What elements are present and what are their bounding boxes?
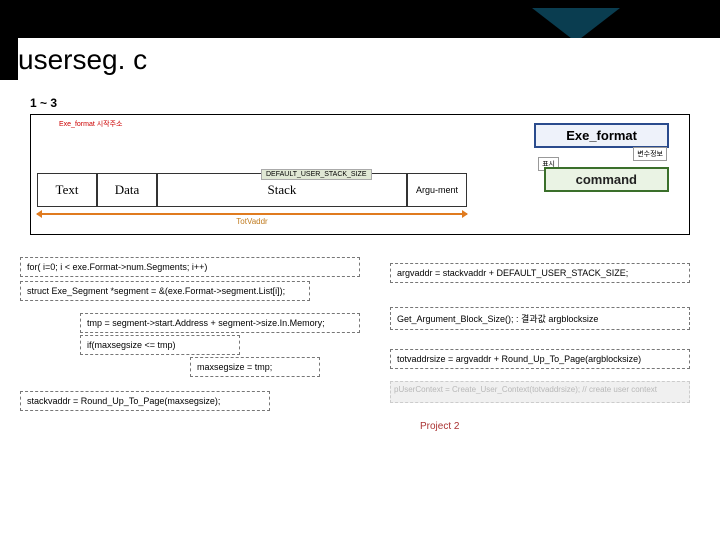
header-bar: userseg. c bbox=[0, 0, 720, 80]
memory-diagram: Exe_format 시작주소 Exe_format 변수정보 표시 DEFAU… bbox=[30, 114, 690, 235]
project-label: Project 2 bbox=[420, 421, 459, 432]
totvaddr-label: TotVaddr bbox=[37, 217, 467, 226]
tag-varinfo: 변수정보 bbox=[633, 147, 667, 161]
page-title: userseg. c bbox=[18, 38, 720, 80]
code-assign: maxsegsize = tmp; bbox=[190, 357, 320, 377]
code-if: if(maxsegsize <= tmp) bbox=[80, 335, 240, 355]
code-getarg: Get_Argument_Block_Size(); : 결과값 argbloc… bbox=[390, 307, 690, 330]
mem-data: Data bbox=[97, 173, 157, 207]
code-argv: argvaddr = stackvaddr + DEFAULT_USER_STA… bbox=[390, 263, 690, 283]
slide-content: 1 ~ 3 Exe_format 시작주소 Exe_format 변수정보 표시… bbox=[0, 80, 720, 267]
code-stack: stackvaddr = Round_Up_To_Page(maxsegsize… bbox=[20, 391, 270, 411]
code-ctx-blurred: pUserContext = Create_User_Context(totva… bbox=[390, 381, 690, 403]
code-tmp: tmp = segment->start.Address + segment->… bbox=[80, 313, 360, 333]
totvaddr-arrow bbox=[37, 213, 467, 215]
stack-size-const: DEFAULT_USER_STACK_SIZE bbox=[261, 169, 372, 180]
command-box: command bbox=[544, 167, 669, 192]
step-label: 1 ~ 3 bbox=[30, 96, 700, 110]
mem-text: Text bbox=[37, 173, 97, 207]
mem-argument: Argu-ment bbox=[407, 173, 467, 207]
code-tot: totvaddrsize = argvaddr + Round_Up_To_Pa… bbox=[390, 349, 690, 369]
code-seg: struct Exe_Segment *segment = &(exe.Form… bbox=[20, 281, 310, 301]
exe-format-box: Exe_format bbox=[534, 123, 669, 148]
code-for: for( i=0; i < exe.Format->num.Segments; … bbox=[20, 257, 360, 277]
